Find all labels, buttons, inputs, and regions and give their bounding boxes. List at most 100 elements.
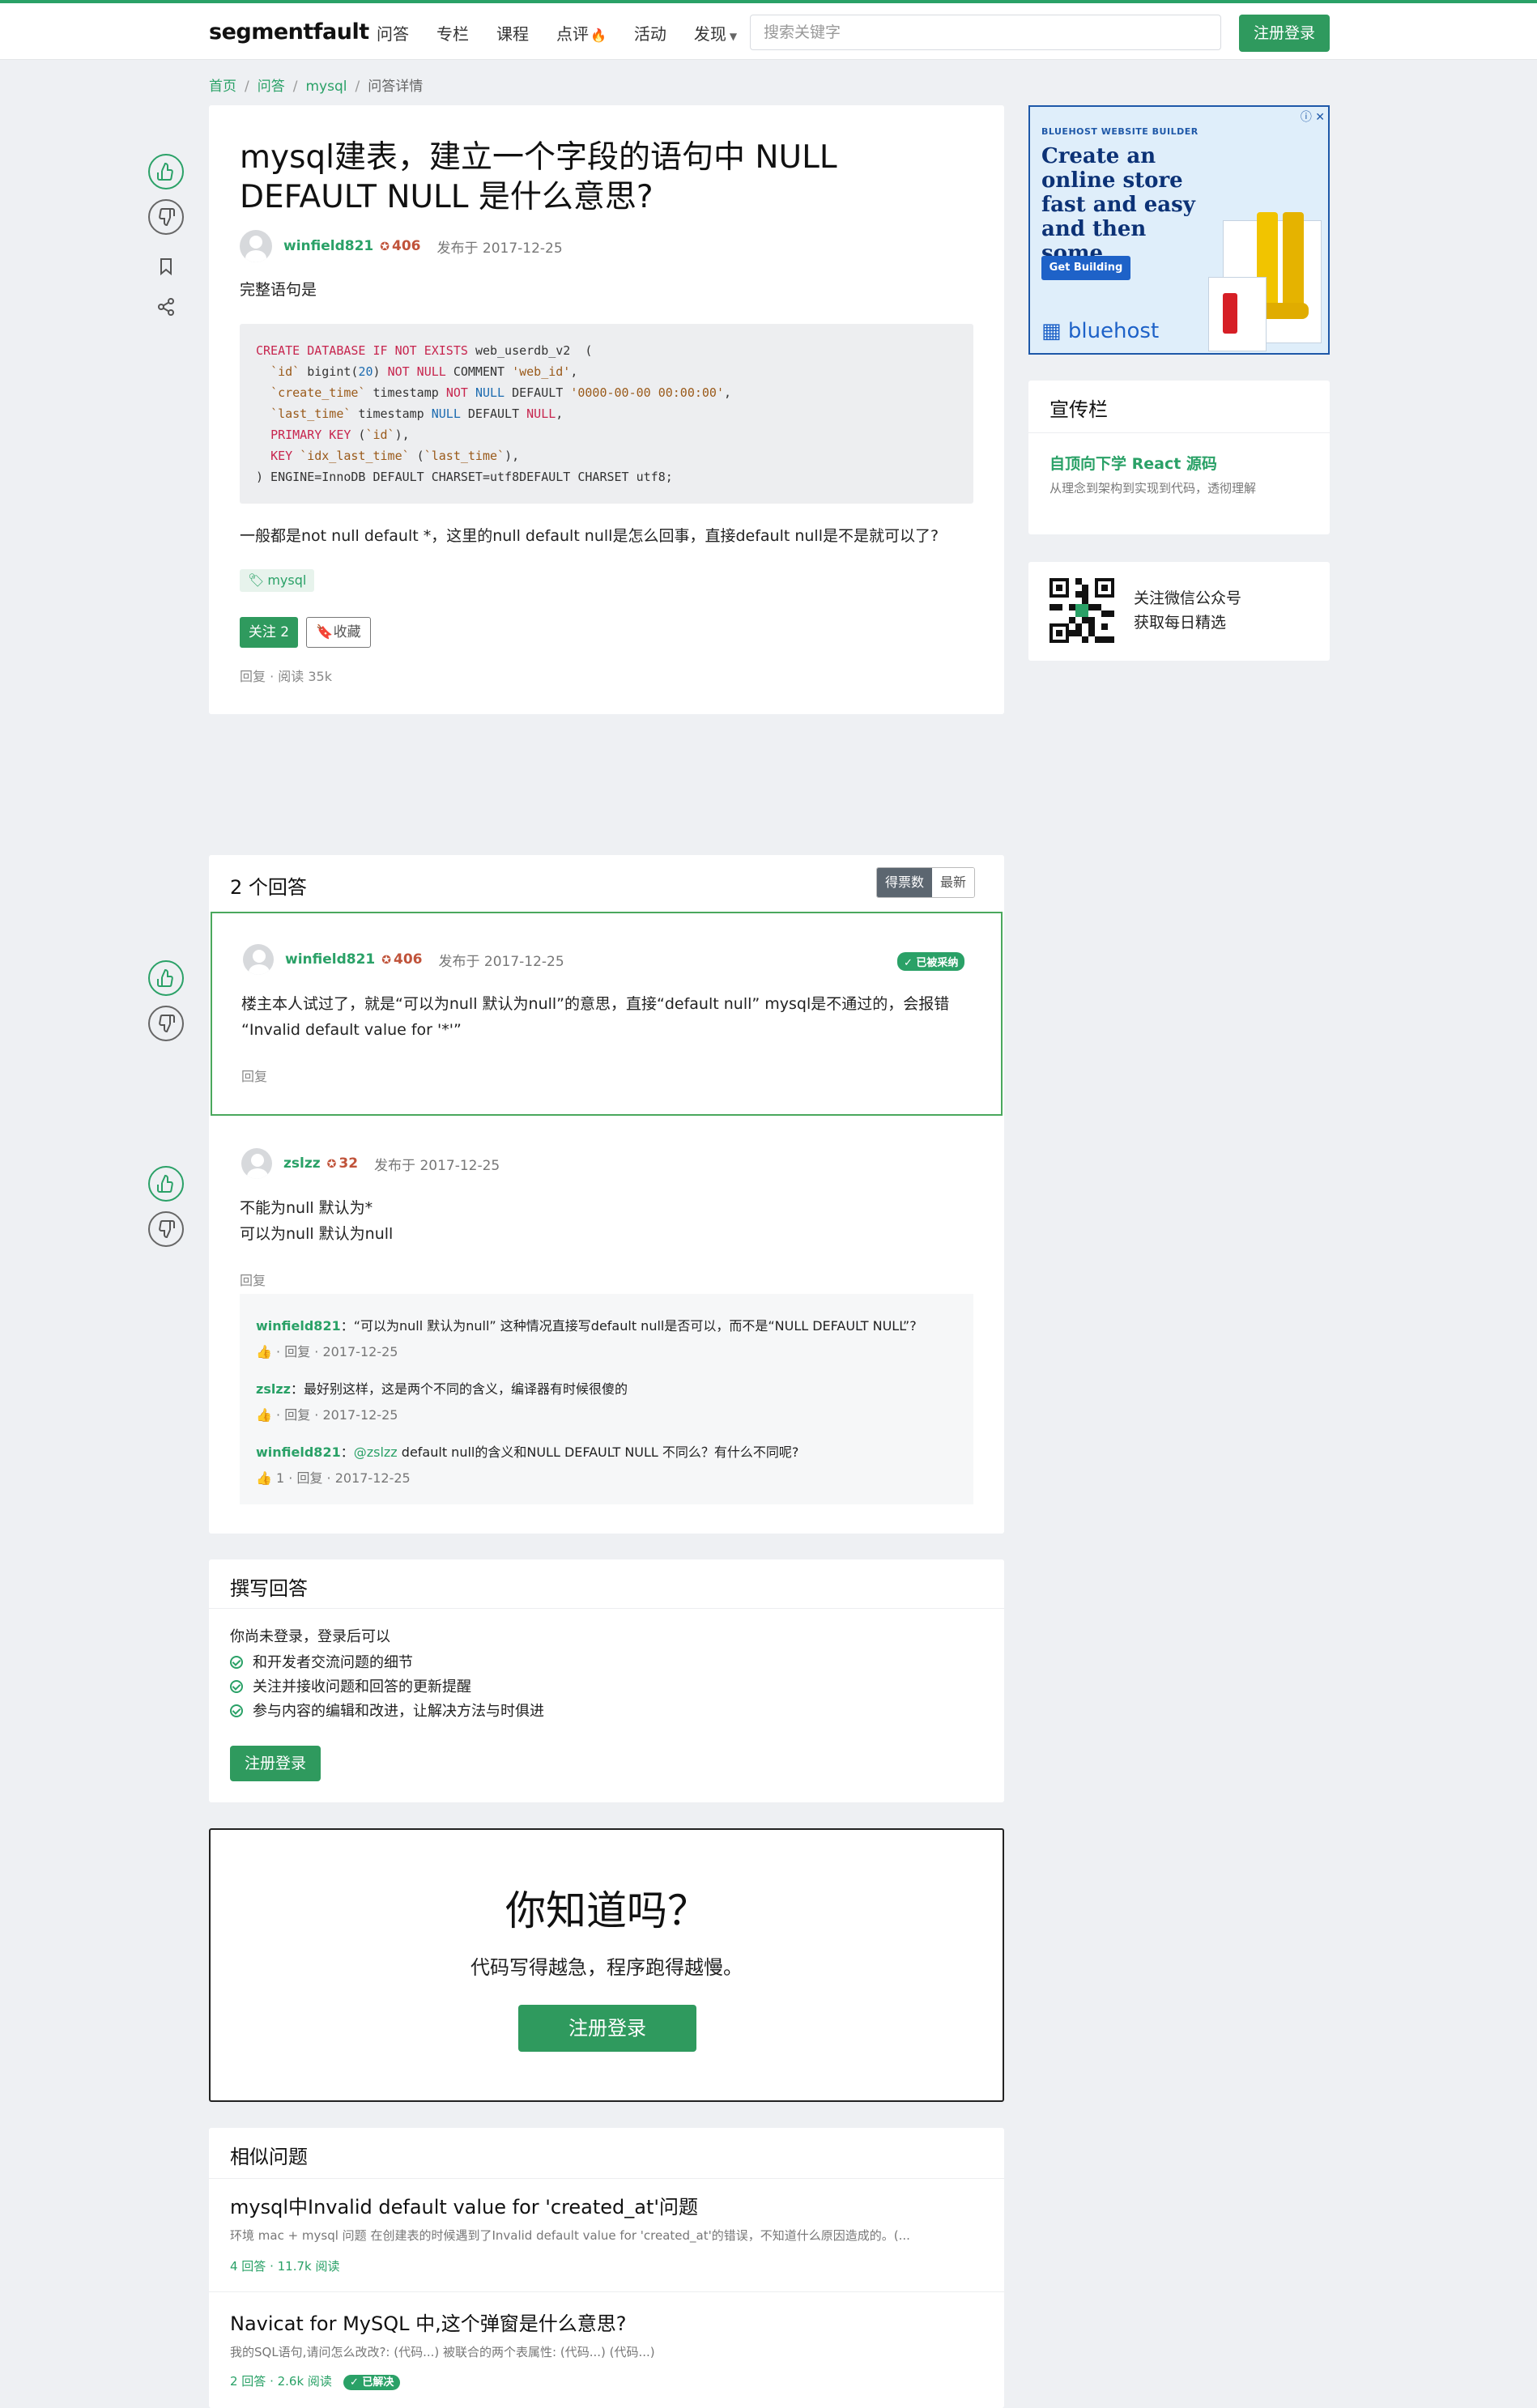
thumbs-down-icon xyxy=(159,1015,175,1033)
nav-discover-label: 发现 xyxy=(693,24,726,44)
promo-panel: 宣传栏 自顶向下学 React 源码 从理念到架构到实现到代码，透彻理解 xyxy=(1028,381,1330,534)
comment-item: winfield821：@zslzz default null的含义和NULL … xyxy=(256,1441,798,1461)
answer1-downvote-button[interactable] xyxy=(148,1006,184,1041)
benefit-label: 关注并接收问题和回答的更新提醒 xyxy=(253,1678,471,1695)
nav-item-discover[interactable]: 发现 ▼ xyxy=(694,21,737,45)
nav-item-events[interactable]: 活动 xyxy=(634,21,666,45)
write-answer-intro: 你尚未登录，登录后可以 xyxy=(230,1628,390,1645)
answer2-body-line2: 可以为null 默认为null xyxy=(240,1225,394,1243)
answer1-reply-link[interactable]: 回复 xyxy=(241,1066,267,1085)
bookmark-icon[interactable] xyxy=(156,257,176,276)
answer2-downvote-button[interactable] xyxy=(148,1211,184,1247)
write-answer-title: 撰写回答 xyxy=(230,1577,308,1600)
write-answer-login-button[interactable]: 注册登录 xyxy=(230,1746,321,1781)
thumbs-up-small-icon[interactable]: 👍 xyxy=(256,1470,272,1486)
wechat-line-2: 获取每日精选 xyxy=(1134,614,1227,632)
thumbs-up-small-icon[interactable]: 👍 xyxy=(256,1407,272,1423)
comment-text: ：@zslzz default null的含义和NULL DEFAULT NUL… xyxy=(340,1444,799,1460)
similar-question-meta: 2 回答 · 2.6k 阅读 ✓ 已解决 xyxy=(230,2372,401,2390)
answer2-upvote-button[interactable] xyxy=(148,1166,184,1202)
nav-item-qa[interactable]: 问答 xyxy=(377,21,409,45)
comment-user[interactable]: zslzz xyxy=(256,1381,291,1397)
ad-boots-image xyxy=(1208,212,1328,353)
nav-item-column[interactable]: 专栏 xyxy=(436,21,469,45)
comment-meta: 👍 · 回复 · 2017-12-25 xyxy=(256,1341,398,1360)
breadcrumb-current: 问答详情 xyxy=(368,79,424,95)
benefit-label: 参与内容的编辑和改进，让解决方法与时俱进 xyxy=(253,1703,544,1720)
logo-text-b: fault xyxy=(313,19,369,45)
answer1-author: winfield821 ✪ 406 发布于 2017-12-25 xyxy=(243,944,564,975)
reputation-value: 406 xyxy=(393,951,423,968)
breadcrumb-mysql[interactable]: mysql xyxy=(305,79,347,95)
did-you-know-card: 你知道吗？ 代码写得越急，程序跑得越慢。 注册登录 xyxy=(209,1828,1004,2102)
reputation-badge: ✪ 406 xyxy=(381,951,422,968)
grid-logo-icon: ▦ xyxy=(1041,319,1062,343)
answer1-upvote-button[interactable] xyxy=(148,960,184,996)
thumbs-down-icon xyxy=(159,208,175,227)
divider xyxy=(209,2178,1004,2179)
breadcrumb-home[interactable]: 首页 xyxy=(209,79,236,95)
similar-title: 相似问题 xyxy=(230,2146,308,2168)
question-upvote-button[interactable] xyxy=(148,154,184,189)
comment-mention[interactable]: @zslzz xyxy=(354,1444,398,1460)
breadcrumb: 首页 / 问答 / mysql / 问答详情 xyxy=(209,79,424,95)
breadcrumb-qa[interactable]: 问答 xyxy=(258,79,285,95)
comment-meta-text: · 回复 · 2017-12-25 xyxy=(276,1344,398,1359)
reputation-value: 406 xyxy=(391,238,421,254)
reputation-icon: ✪ xyxy=(380,240,390,253)
reputation-icon: ✪ xyxy=(381,954,391,967)
main-nav: 问答 专栏 课程 点评 🔥 活动 发现 ▼ xyxy=(377,21,737,45)
question-downvote-button[interactable] xyxy=(148,199,184,235)
tag-mysql[interactable]: 🏷 mysql xyxy=(240,569,315,592)
ad-brand: ▦ bluehost xyxy=(1041,319,1159,343)
chevron-down-icon: ▼ xyxy=(729,31,738,42)
thumbs-up-icon xyxy=(157,968,173,987)
share-icon[interactable] xyxy=(156,297,176,317)
reputation-icon: ✪ xyxy=(326,1158,337,1171)
nav-item-course[interactable]: 课程 xyxy=(496,21,529,45)
collect-button[interactable]: 🔖收藏 xyxy=(306,617,371,648)
accepted-badge: ✓ 已被采纳 xyxy=(897,952,965,971)
comment-meta-text: 1 · 回复 · 2017-12-25 xyxy=(276,1470,411,1486)
avatar[interactable] xyxy=(243,944,274,975)
site-logo[interactable]: segmentfault xyxy=(209,19,369,45)
ad-cta-button[interactable]: Get Building xyxy=(1041,256,1130,280)
tab-sort-votes[interactable]: 得票数 xyxy=(877,868,933,897)
question-intro: 完整语句是 xyxy=(240,281,317,299)
nav-item-review[interactable]: 点评 🔥 xyxy=(556,21,607,45)
publish-date: 发布于 2017-12-25 xyxy=(436,240,563,257)
author-name[interactable]: winfield821 xyxy=(285,951,375,968)
ad-close-icon[interactable]: ⓘ ✕ xyxy=(1301,108,1325,125)
tag-icon: 🏷 xyxy=(248,572,265,588)
comment-item: zslzz：最好别这样，这是两个不同的含义，编译器有时候很傻的 xyxy=(256,1378,628,1398)
register-login-button[interactable]: 注册登录 xyxy=(1239,15,1330,52)
tab-sort-newest[interactable]: 最新 xyxy=(932,868,975,897)
promo-title: 宣传栏 xyxy=(1050,398,1108,421)
author-name[interactable]: winfield821 xyxy=(283,238,373,254)
answer2-reply-link[interactable]: 回复 xyxy=(240,1270,266,1289)
avatar[interactable] xyxy=(240,230,272,262)
check-circle-icon xyxy=(230,1656,243,1669)
avatar[interactable] xyxy=(241,1148,272,1179)
reputation-value: 32 xyxy=(338,1155,359,1172)
thumbs-up-icon xyxy=(157,1174,173,1193)
ad-banner[interactable]: ⓘ ✕ BLUEHOST WEBSITE BUILDER Create an o… xyxy=(1028,105,1330,355)
thumbs-down-icon xyxy=(159,1220,175,1239)
flame-icon: 🔥 xyxy=(590,28,607,43)
benefit-item: 关注并接收问题和回答的更新提醒 xyxy=(230,1676,471,1699)
similar-question-link[interactable]: Navicat for MySQL 中,这个弹窗是什么意思? xyxy=(230,2308,627,2336)
comment-meta: 👍 · 回复 · 2017-12-25 xyxy=(256,1404,398,1423)
did-you-know-login-button[interactable]: 注册登录 xyxy=(518,2005,696,2052)
promo-desc: 从理念到架构到实现到代码，透彻理解 xyxy=(1050,481,1257,496)
similar-question-link[interactable]: mysql中Invalid default value for 'created… xyxy=(230,2191,698,2219)
thumbs-up-icon xyxy=(157,162,173,181)
author-name[interactable]: zslzz xyxy=(283,1155,321,1172)
comment-user[interactable]: winfield821 xyxy=(256,1318,341,1334)
thumbs-up-small-icon[interactable]: 👍 xyxy=(256,1344,272,1359)
similar-question-desc: 我的SQL语句,请问怎么改改?: (代码...) 被联合的两个表属性: (代码.… xyxy=(230,2345,655,2359)
follow-button[interactable]: 关注 2 xyxy=(240,617,298,648)
promo-link[interactable]: 自顶向下学 React 源码 xyxy=(1050,452,1217,474)
comment-user[interactable]: winfield821 xyxy=(256,1444,341,1460)
answer1-body-line2: “Invalid default value for '*'” xyxy=(241,1021,462,1039)
search-input[interactable]: 搜索关键字 xyxy=(750,15,1221,50)
